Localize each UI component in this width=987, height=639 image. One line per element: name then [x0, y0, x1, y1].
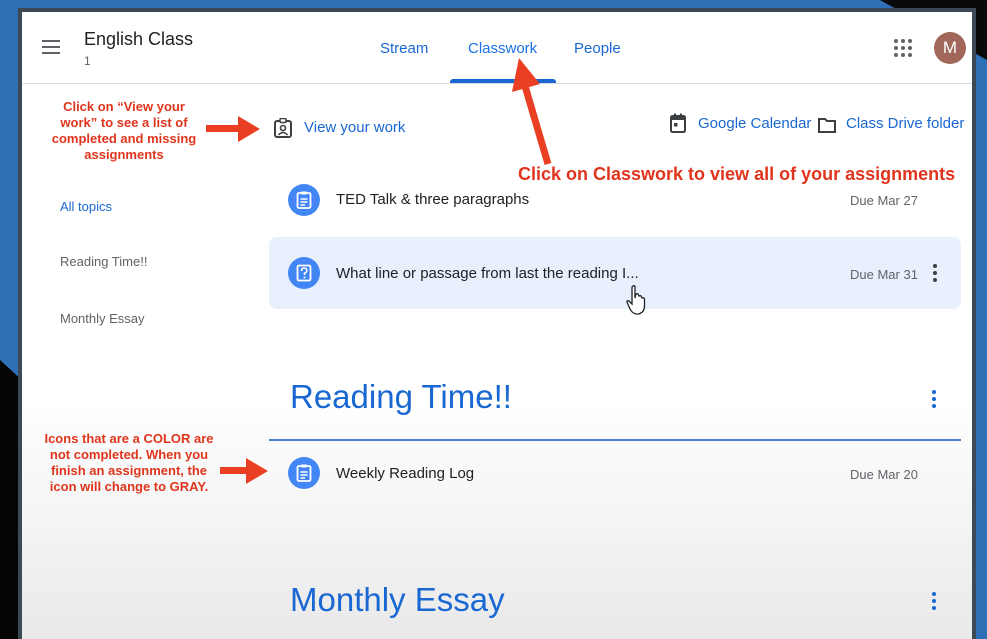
folder-icon[interactable]: [818, 117, 836, 133]
apps-grid-icon[interactable]: [894, 39, 912, 57]
google-calendar-link[interactable]: Google Calendar: [698, 115, 811, 132]
view-work-icon[interactable]: [274, 117, 292, 138]
calendar-icon[interactable]: [670, 113, 686, 133]
assignment-due-date: Due Mar 20: [850, 467, 918, 482]
section-divider: [269, 439, 961, 441]
tab-people[interactable]: People: [574, 40, 621, 57]
assignment-icon[interactable]: [288, 184, 320, 216]
class-section: 1: [84, 54, 91, 68]
assignment-title[interactable]: What line or passage from last the readi…: [336, 265, 639, 282]
classroom-window: English Class 1 Stream Classwork People …: [18, 8, 976, 639]
assignment-due-date: Due Mar 27: [850, 193, 918, 208]
tab-stream[interactable]: Stream: [380, 40, 428, 57]
classwork-annotation: Click on Classwork to view all of your a…: [518, 164, 956, 184]
assignment-icon[interactable]: [288, 457, 320, 489]
class-drive-folder-link[interactable]: Class Drive folder: [846, 115, 964, 132]
question-icon[interactable]: [288, 257, 320, 289]
header-divider: [22, 83, 972, 84]
hand-cursor-icon: [626, 285, 646, 315]
sidebar-item-all-topics[interactable]: All topics: [60, 199, 112, 214]
section-title-reading-time: Reading Time!!: [290, 378, 512, 415]
arrow-icon-shaft: [220, 467, 248, 474]
icon-color-annotation: Icons that are a COLOR are not completed…: [44, 431, 214, 494]
section-more-options-icon[interactable]: [932, 592, 936, 613]
tab-classwork[interactable]: Classwork: [468, 40, 537, 57]
section-title-monthly-essay: Monthly Essay: [290, 581, 505, 618]
sidebar-item-monthly-essay[interactable]: Monthly Essay: [60, 311, 145, 326]
arrow-view-work-head: [238, 116, 260, 142]
arrow-view-work-shaft: [206, 125, 240, 132]
assignment-title[interactable]: TED Talk & three paragraphs: [336, 191, 529, 208]
avatar[interactable]: M: [934, 32, 966, 64]
section-more-options-icon[interactable]: [932, 390, 936, 411]
sidebar-item-reading-time[interactable]: Reading Time!!: [60, 254, 147, 269]
view-work-annotation: Click on “View your work” to see a list …: [51, 99, 197, 162]
hamburger-menu-icon[interactable]: [42, 40, 60, 54]
arrow-classwork: [512, 58, 552, 165]
more-options-icon[interactable]: [933, 264, 937, 285]
arrow-icon-head: [246, 458, 268, 484]
assignment-title[interactable]: Weekly Reading Log: [336, 465, 474, 482]
assignment-due-date: Due Mar 31: [850, 267, 918, 282]
view-your-work-link[interactable]: View your work: [304, 119, 405, 136]
class-title[interactable]: English Class: [84, 29, 193, 50]
